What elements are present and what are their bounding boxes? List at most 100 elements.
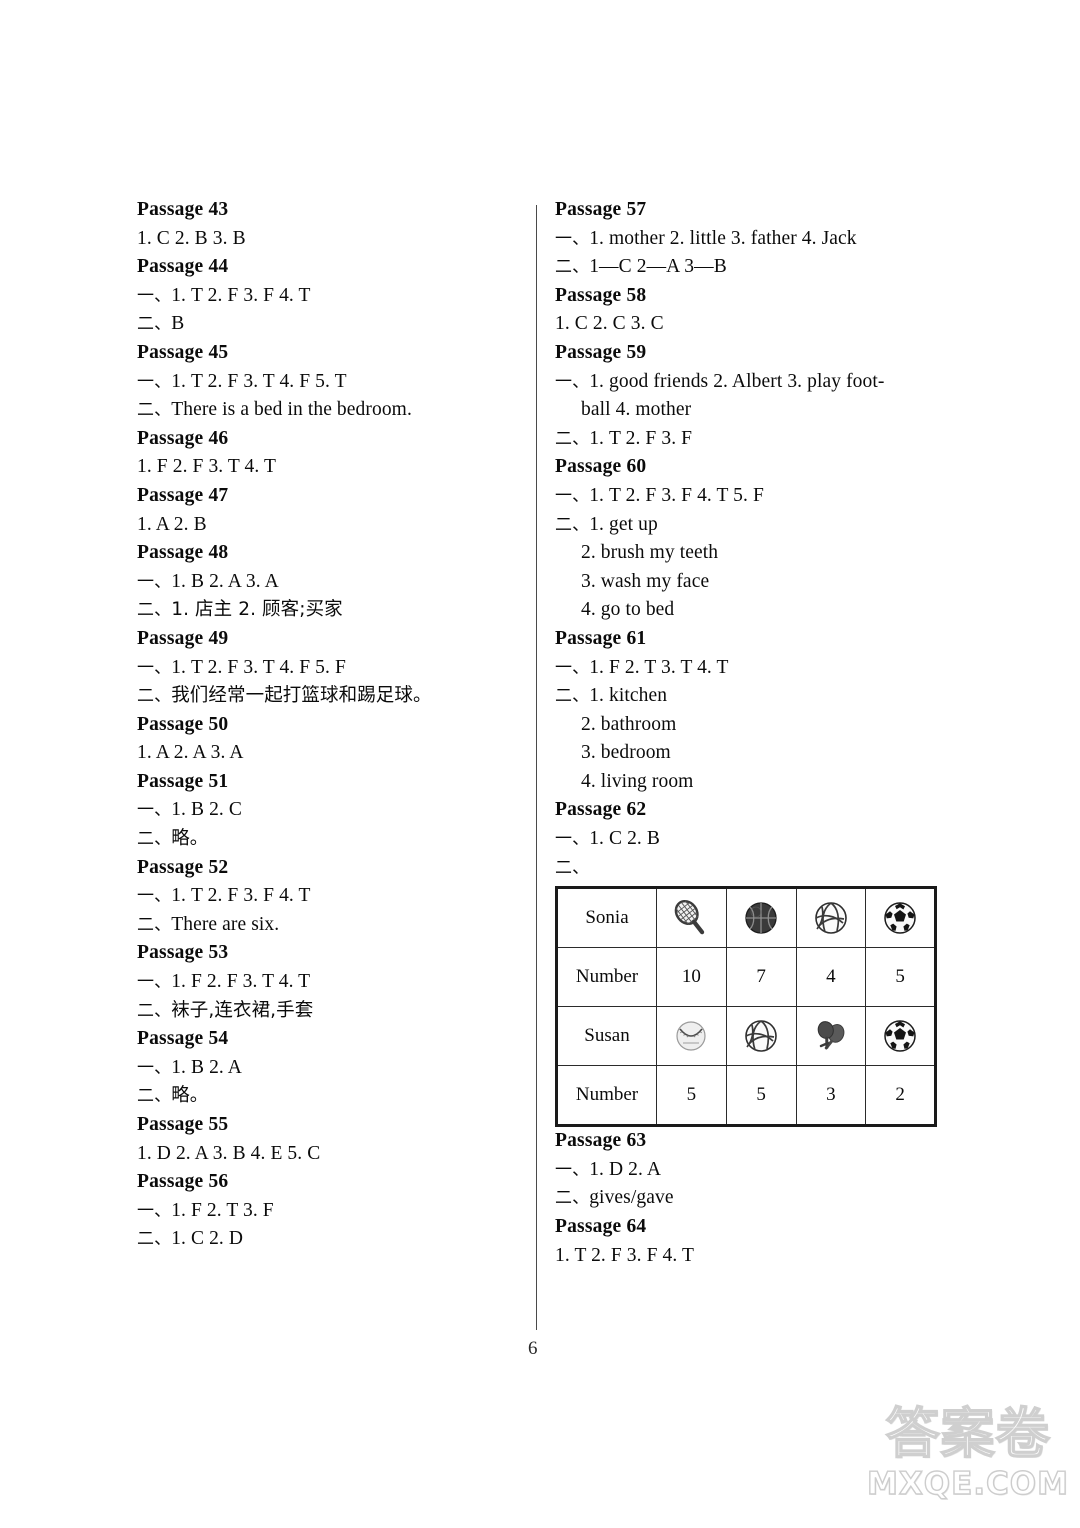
answer-text: 1. good friends 2. Albert 3. play foot- (589, 370, 885, 392)
section-enumerator: 一、 (137, 800, 172, 821)
section-enumerator: 一、 (137, 371, 172, 392)
table-row-label: Number (556, 947, 657, 1008)
answer-line: 二、1. T 2. F 3. F (555, 425, 950, 454)
answer-text: There are six. (171, 913, 280, 935)
answer-line: 二、我们经常一起打篮球和踢足球。 (137, 682, 507, 711)
section-enumerator: 二、 (137, 400, 172, 421)
answer-line: 二、There is a bed in the bedroom. (137, 396, 507, 425)
answer-line: 4. go to bed (555, 596, 950, 625)
answer-line: 二、1. kitchen (555, 682, 950, 711)
passage-heading: Passage 47 (137, 484, 229, 506)
passage-heading: Passage 54 (137, 1028, 229, 1050)
answer-text: 1. T 2. F 3. F 4. T (555, 1244, 694, 1266)
answer-line: 二、略。 (137, 1082, 507, 1111)
answer-line: 二、1. C 2. D (137, 1225, 507, 1254)
answer-line: 一、1. T 2. F 3. F 4. T 5. F (555, 482, 950, 511)
watermark-site-text: MXQE.COM (866, 1465, 1069, 1502)
page-number: 6 (528, 1338, 538, 1359)
answer-text: There is a bed in the bedroom. (171, 399, 412, 421)
answer-text: 1. B 2. C (171, 799, 242, 821)
answer-line: 二、gives/gave (555, 1184, 950, 1213)
table-cell-number: 5 (865, 947, 936, 1008)
answer-line: 二、1—C 2—A 3—B (555, 253, 950, 282)
answer-text: 2. bathroom (581, 713, 677, 735)
section-enumerator: 一、 (555, 371, 590, 392)
answer-text: 1. B 2. A 3. A (171, 570, 279, 592)
answer-line: 1. C 2. B 3. B (137, 225, 507, 254)
answer-text: 袜子,连衣裙,手套 (171, 999, 314, 1021)
volleyball-icon (795, 887, 867, 949)
table-cell-number: 5 (656, 1065, 727, 1127)
answer-text: 1. F 2. T 3. T 4. T (589, 656, 729, 678)
sports-count-table: Sonia Number 10 7 4 5 Susan Number 5 5 3… (555, 886, 937, 1128)
answer-text: 1. T 2. F 3. F 4. T (171, 284, 311, 306)
section-enumerator: 二、 (137, 1229, 172, 1250)
passage-heading: Passage 56 (137, 1171, 229, 1193)
section-enumerator: 二、 (137, 914, 172, 935)
answer-line: 一、1. D 2. A (555, 1156, 950, 1185)
section-enumerator: 一、 (137, 571, 172, 592)
passage-heading: Passage 61 (555, 627, 647, 649)
table-row: Number 10 7 4 5 (556, 947, 936, 1008)
passage-heading: Passage 63 (555, 1130, 647, 1152)
answer-line: 一、1. F 2. F 3. T 4. T (137, 968, 507, 997)
answer-text: 1. F 2. F 3. T 4. T (171, 971, 311, 993)
answer-text: 1. C 2. B (589, 828, 660, 850)
passage-heading: Passage 57 (555, 199, 647, 220)
answer-line: 二、略。 (137, 825, 507, 854)
column-divider (536, 205, 537, 1330)
passage-heading: Passage 49 (137, 627, 229, 649)
answer-line: 一、1. T 2. F 3. F 4. T (137, 882, 507, 911)
section-enumerator: 一、 (137, 1200, 172, 1221)
passage-heading: Passage 55 (137, 1114, 229, 1135)
answer-text: 2. brush my teeth (581, 542, 719, 564)
watermark: 答案卷 MXQE.COM (862, 1403, 1074, 1522)
table-row: Number 5 5 3 2 (556, 1065, 936, 1127)
passage-heading: Passage 53 (137, 942, 229, 964)
passage-heading: Passage 48 (137, 542, 229, 564)
volleyball-icon (725, 1006, 797, 1067)
answer-line: 一、1. C 2. B (555, 825, 950, 854)
section-enumerator: 一、 (137, 886, 172, 907)
answer-text: ball 4. mother (581, 399, 692, 421)
section-enumerator: 一、 (555, 1159, 590, 1180)
table-row: Susan (556, 1006, 936, 1067)
tennis-racket-icon (656, 887, 727, 949)
answer-line: 二、1. get up (555, 511, 950, 540)
answer-line: 4. living room (555, 768, 950, 797)
section-enumerator: 二、 (555, 686, 590, 707)
answer-text: 1. T 2. F 3. F (589, 427, 693, 449)
passage-heading: Passage 62 (555, 799, 647, 821)
answer-line: 一、1. B 2. A 3. A (137, 568, 507, 597)
answer-text: 1. mother 2. little 3. father 4. Jack (589, 227, 857, 249)
answer-line: 1. C 2. C 3. C (555, 310, 950, 339)
table-row-label: Number (556, 1065, 657, 1127)
table-cell-number: 4 (795, 947, 867, 1008)
answer-text: 1—C 2—A 3—B (589, 256, 727, 278)
answer-text: 1. C 2. D (171, 1228, 244, 1250)
answer-text: 1. C 2. B 3. B (137, 227, 246, 249)
passage-heading: Passage 59 (555, 341, 647, 363)
answer-text: 略。 (171, 1085, 209, 1107)
left-answer-column: Passage 43 1. C 2. B 3. B Passage 44 一、1. T… (137, 196, 507, 1254)
section-enumerator: 二、 (137, 829, 172, 850)
passage-heading: Passage 51 (137, 770, 229, 792)
table-row-label: Susan (556, 1006, 657, 1067)
answer-text: 1. 店主 2. 顾客;买家 (171, 599, 343, 621)
answer-text: 1. B 2. A (171, 1056, 242, 1078)
answer-text: 1. D 2. A (589, 1158, 662, 1180)
answer-text: 3. wash my face (581, 570, 710, 592)
section-enumerator: 一、 (137, 1057, 172, 1078)
answer-text: 1. kitchen (589, 685, 668, 707)
answer-line: 2. brush my teeth (555, 539, 950, 568)
answer-text: 1. T 2. F 3. F 4. T (171, 885, 311, 907)
section-enumerator: 一、 (137, 285, 172, 306)
answer-line: 3. wash my face (555, 568, 950, 597)
answer-line: 3. bedroom (555, 739, 950, 768)
answer-key-page: Passage 43 1. C 2. B 3. B Passage 44 一、1. T… (0, 0, 1080, 1528)
answer-text: 3. bedroom (581, 742, 671, 764)
answer-line: 2. bathroom (555, 711, 950, 740)
answer-text: 略。 (171, 828, 209, 850)
section-enumerator: 二、 (555, 1188, 590, 1209)
section-enumerator: 一、 (137, 657, 172, 678)
